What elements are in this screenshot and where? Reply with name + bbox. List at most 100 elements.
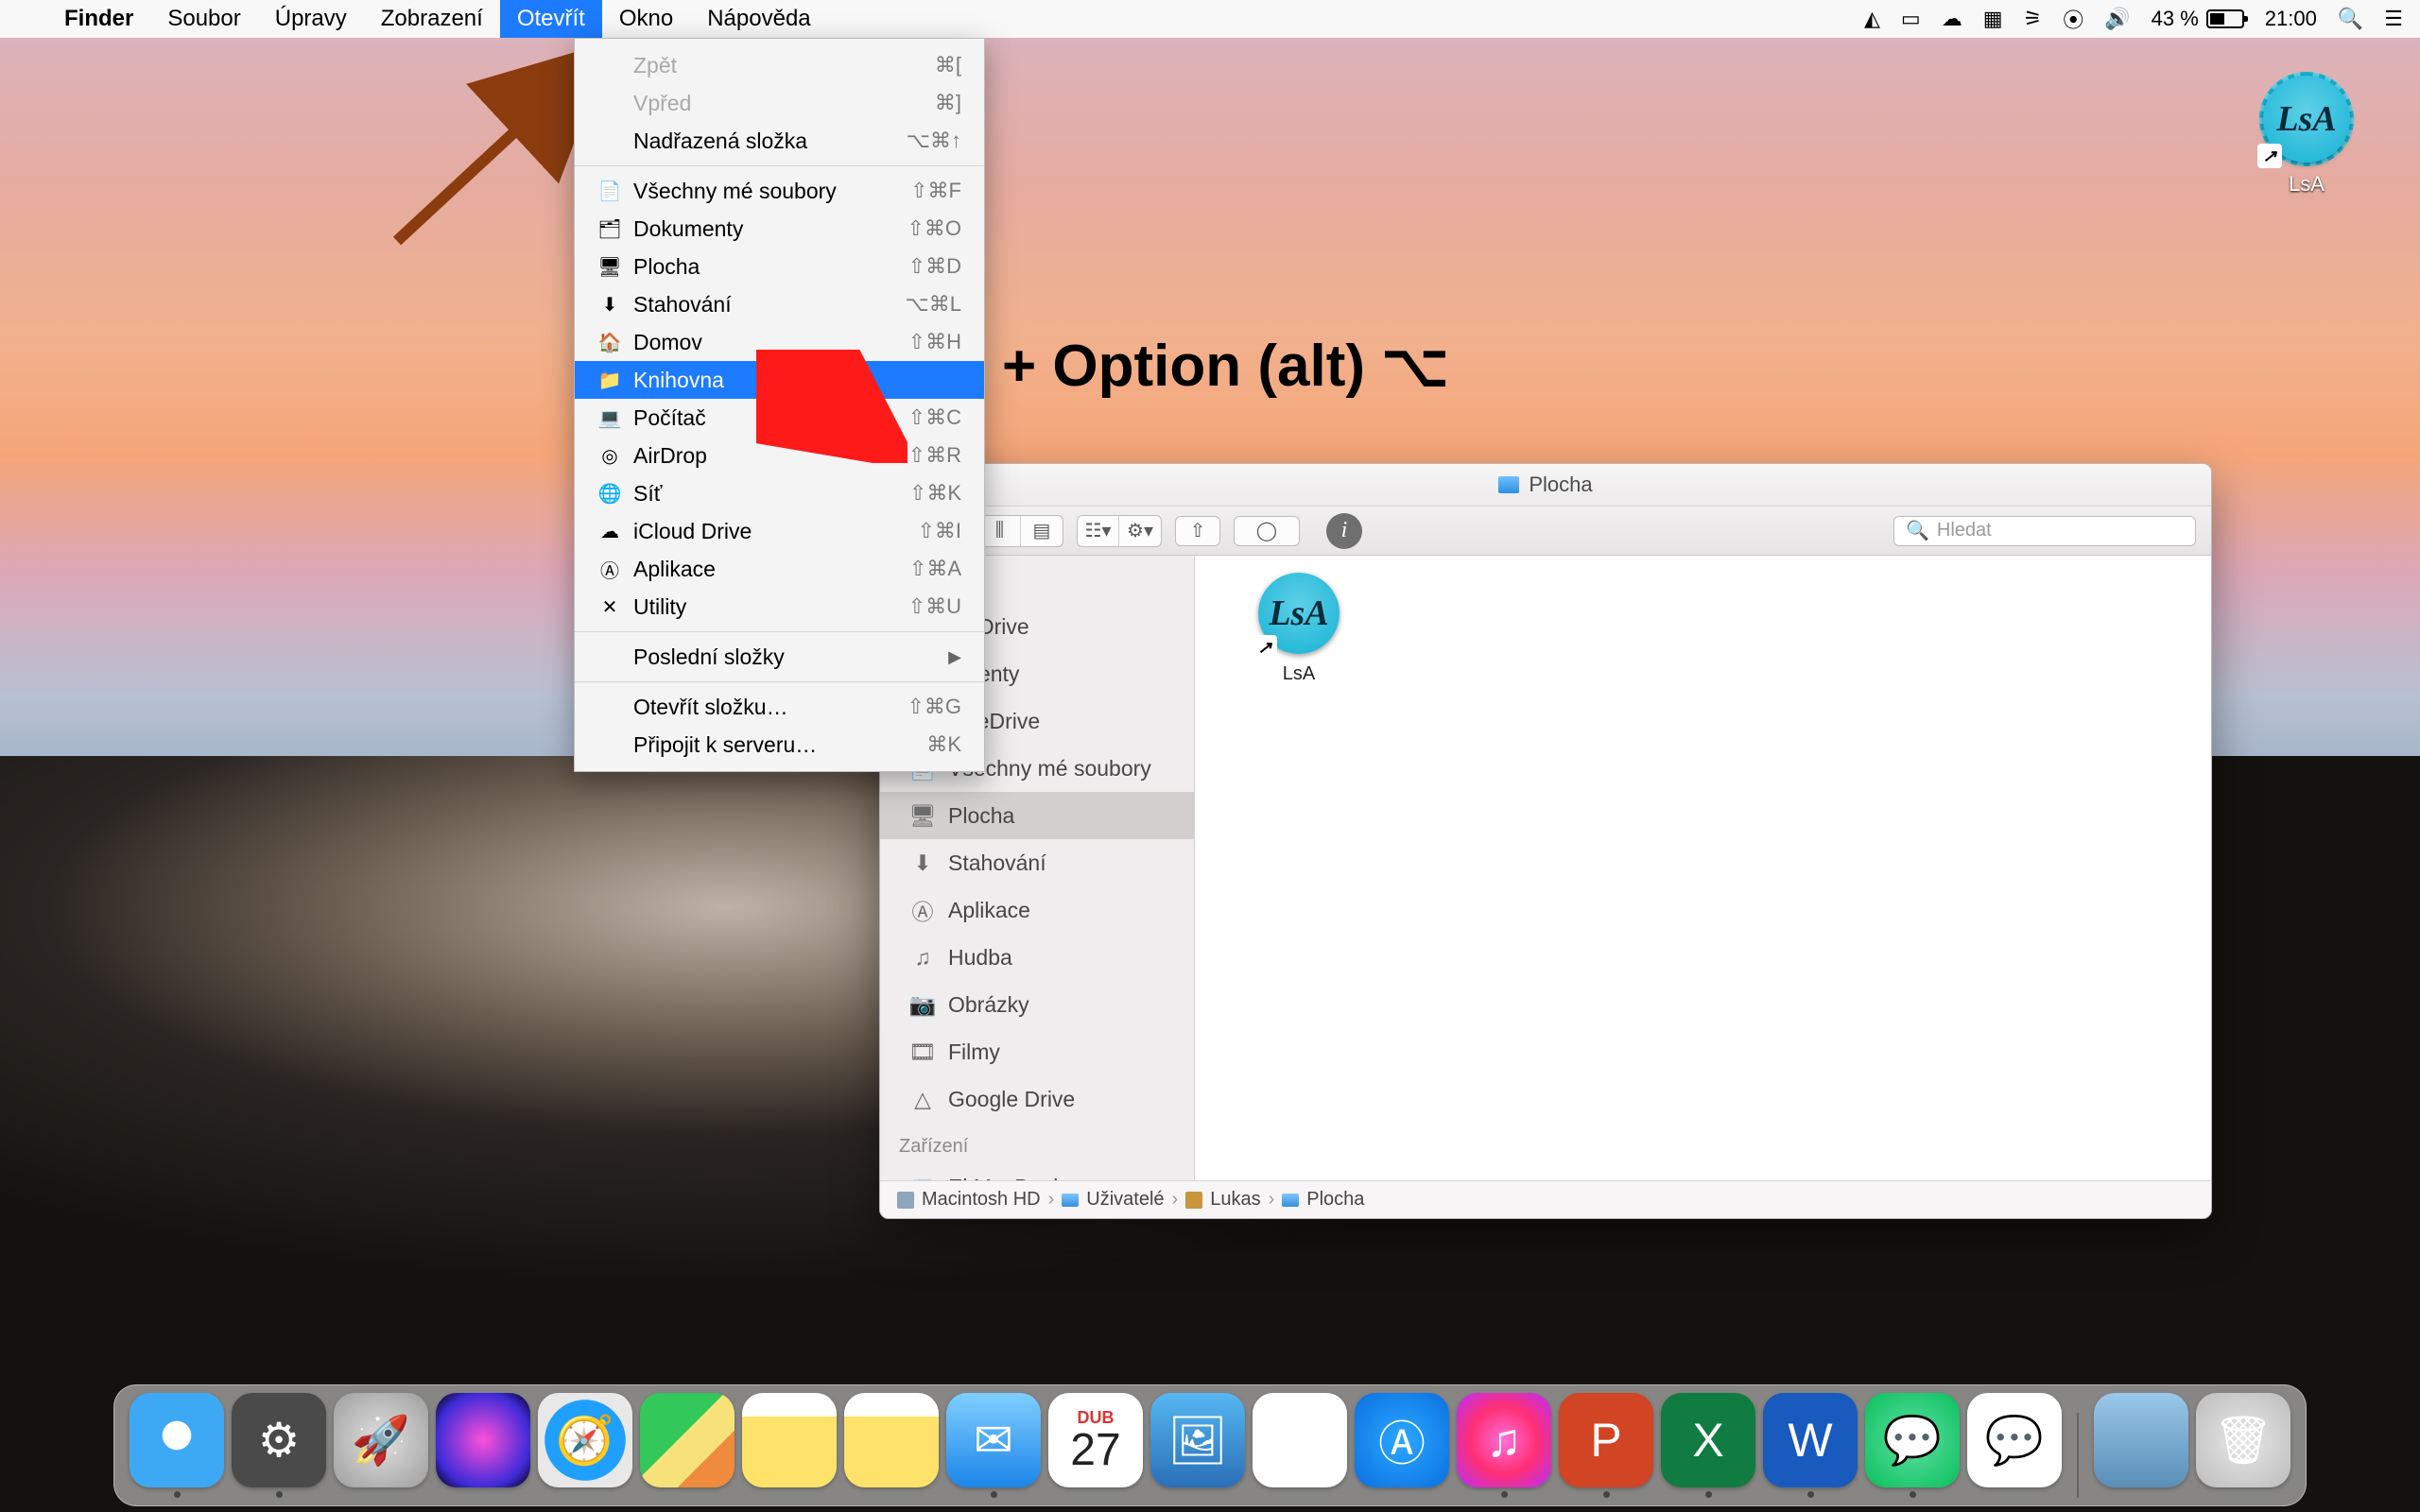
sidebar-item-icon: Ⓐ	[908, 894, 937, 926]
menubar-item-okno[interactable]: Okno	[602, 0, 690, 38]
dock-notes-icon[interactable]	[742, 1393, 837, 1487]
dock-messages-icon[interactable]: 💬	[1865, 1393, 1960, 1487]
menu-item-shortcut: ⇧⌘F	[910, 179, 961, 203]
sidebar-item-label: Google Drive	[948, 1087, 1075, 1112]
dock-calendar-icon[interactable]: DUB27	[1048, 1393, 1143, 1487]
sidebar-item-device[interactable]: 💻El MacBook	[880, 1163, 1194, 1180]
annotation-arrow-red	[756, 350, 908, 463]
sidebar-item-icon: △	[908, 1087, 937, 1112]
menubar-item-napoveda[interactable]: Nápověda	[690, 0, 827, 38]
dock-imessage-icon[interactable]: 💬	[1967, 1393, 2062, 1487]
desktop-alias-lsa[interactable]: LsA ↗︎ LsA	[2240, 76, 2373, 197]
sidebar-item-filmy[interactable]: 🎞Filmy	[880, 1028, 1194, 1075]
sidebar-item-obr-zky[interactable]: 📷Obrázky	[880, 981, 1194, 1028]
sidebar-item-label: Stahování	[948, 850, 1046, 876]
menubar-item-soubor[interactable]: Soubor	[150, 0, 257, 38]
folder-icon	[1062, 1194, 1079, 1207]
finder-pathbar[interactable]: Macintosh HD › Uživatelé › Lukas › Ploch…	[880, 1180, 2211, 1218]
window-titlebar[interactable]: Plocha	[880, 464, 2211, 507]
menu-item-stahov-n-[interactable]: ⬇︎Stahování⌥⌘L	[575, 285, 984, 323]
menu-item-utility[interactable]: ✕Utility⇧⌘U	[575, 588, 984, 626]
menu-item-icon: ☁︎	[597, 520, 622, 543]
sidebar-item-icon: 🎞	[908, 1040, 937, 1065]
dock-maps-icon[interactable]	[640, 1393, 735, 1487]
path-seg[interactable]: Plocha	[1306, 1189, 1364, 1211]
menu-item-p-ipojit-k-serveru-[interactable]: Připojit k serveru…⌘K	[575, 726, 984, 764]
dock-itunes-icon[interactable]: ♫	[1457, 1393, 1551, 1487]
notification-center-icon[interactable]: ☰	[2384, 7, 2403, 31]
share-button[interactable]: ⇧	[1175, 516, 1220, 546]
dock-notes2-icon[interactable]	[844, 1393, 939, 1487]
menu-item-otev-t-slo-ku-[interactable]: Otevřít složku…⇧⌘G	[575, 688, 984, 726]
sidebar-item-aplikace[interactable]: ⒶAplikace	[880, 886, 1194, 934]
finder-toolbar: ▦ ☰ ⫼ ▤ ☷▾ ⚙︎▾ ⇧ ◯ i 🔍 Hledat	[880, 507, 2211, 556]
sidebar-item-google-drive[interactable]: △ Google Drive	[880, 1075, 1194, 1123]
dock-excel-icon[interactable]: X	[1661, 1393, 1755, 1487]
bluetooth-tray-icon[interactable]: ⚞	[2023, 7, 2042, 31]
path-seg[interactable]: Uživatelé	[1086, 1189, 1164, 1211]
volume-tray-icon[interactable]: 🔊	[2104, 7, 2130, 31]
grid-tray-icon[interactable]: ▦	[1983, 7, 2003, 31]
menu-item-icloud-drive[interactable]: ☁︎iCloud Drive⇧⌘I	[575, 512, 984, 550]
sidebar-item-hudba[interactable]: ♫Hudba	[880, 934, 1194, 981]
dock-safari-icon[interactable]: 🧭	[538, 1393, 632, 1487]
sidebar-item-stahov-n-[interactable]: ⬇︎Stahování	[880, 839, 1194, 886]
menu-item-posledn-slo-ky[interactable]: Poslední složky▶	[575, 638, 984, 676]
clock-label[interactable]: 21:00	[2265, 7, 2317, 31]
menubar-app[interactable]: Finder	[47, 0, 150, 38]
file-item-lsa[interactable]: LsA ↗︎ LsA	[1242, 573, 1356, 685]
action-gear-icon[interactable]: ⚙︎▾	[1119, 516, 1161, 546]
arrange-segmented[interactable]: ☷▾ ⚙︎▾	[1077, 515, 1162, 547]
menu-item-plocha[interactable]: 🖥Plocha⇧⌘D	[575, 248, 984, 285]
menubar-item-upravy[interactable]: Úpravy	[258, 0, 364, 38]
menu-item-v-echny-m-soubory[interactable]: 📄Všechny mé soubory⇧⌘F	[575, 172, 984, 210]
menu-item-dokumenty[interactable]: 🗂Dokumenty⇧⌘O	[575, 210, 984, 248]
battery-icon	[2206, 9, 2244, 28]
menu-item-icon: 🖥	[597, 255, 622, 279]
menu-item-label: Síť	[633, 481, 909, 507]
dock-appstore-icon[interactable]: Ⓐ	[1355, 1393, 1449, 1487]
dock-siri-icon[interactable]	[436, 1393, 530, 1487]
dock-preview-icon[interactable]: 🖼	[1150, 1393, 1245, 1487]
menu-item-aplikace[interactable]: ⒶAplikace⇧⌘A	[575, 550, 984, 588]
sidebar-item-plocha[interactable]: 🖥Plocha	[880, 792, 1194, 839]
tags-button[interactable]: ◯	[1234, 516, 1300, 546]
spotlight-icon[interactable]: 🔍	[2338, 7, 2363, 31]
menu-item-nad-azen-slo-ka[interactable]: Nadřazená složka⌥⌘↑	[575, 122, 984, 160]
dock-photos-icon[interactable]: ✿	[1253, 1393, 1347, 1487]
battery-tray[interactable]: 43 %	[2152, 7, 2244, 31]
gdrive-tray-icon[interactable]: ◭	[1864, 7, 1880, 31]
menubar-item-otevrit[interactable]: Otevřít	[500, 0, 602, 38]
menu-item-label: Stahování	[633, 292, 905, 318]
menu-item-icon: 💻	[597, 406, 622, 430]
onedrive-tray-icon[interactable]: ☁︎	[1942, 7, 1962, 31]
menu-item-shortcut: ⌘K	[926, 732, 961, 757]
dock-word-icon[interactable]: W	[1763, 1393, 1858, 1487]
view-column-icon[interactable]: ⫼	[979, 516, 1021, 546]
dock-powerpoint-icon[interactable]: P	[1559, 1393, 1653, 1487]
menu-item-shortcut: ⌘[	[935, 53, 961, 77]
arrange-icon[interactable]: ☷▾	[1078, 516, 1119, 546]
path-seg[interactable]: Macintosh HD	[922, 1189, 1041, 1211]
dock-finder-icon[interactable]	[130, 1393, 224, 1487]
dock-photosapp-icon[interactable]	[2094, 1393, 2188, 1487]
dock: ⚙︎🚀🧭✉︎DUB27🖼✿Ⓐ♫PXW💬💬🗑	[0, 1384, 2420, 1512]
finder-content[interactable]: LsA ↗︎ LsA	[1195, 556, 2211, 1180]
dock-settings-icon[interactable]: ⚙︎	[232, 1393, 326, 1487]
alias-shortcut-badge-icon: ↗︎	[2257, 144, 2282, 168]
view-gallery-icon[interactable]: ▤	[1021, 516, 1063, 546]
menu-item-shortcut: ⇧⌘U	[908, 594, 961, 619]
menubar-item-zobrazeni[interactable]: Zobrazení	[364, 0, 500, 38]
menu-item-shortcut: ⇧⌘I	[917, 519, 961, 543]
dock-mail-icon[interactable]: ✉︎	[946, 1393, 1041, 1487]
menu-item-s-[interactable]: 🌐Síť⇧⌘K	[575, 474, 984, 512]
overlay-hint-text: + Option (alt) ⌥	[1002, 331, 1449, 400]
media-tray-icon[interactable]: ▭	[1901, 7, 1921, 31]
wifi-tray-icon[interactable]: ⦿	[2063, 4, 2083, 34]
dock-launchpad-icon[interactable]: 🚀	[334, 1393, 428, 1487]
info-button[interactable]: i	[1326, 513, 1362, 549]
path-seg[interactable]: Lukas	[1210, 1189, 1260, 1211]
search-input[interactable]: 🔍 Hledat	[1893, 516, 2196, 546]
dock-trash-icon[interactable]: 🗑	[2196, 1393, 2290, 1487]
menu-item-label: Nadřazená složka	[633, 129, 907, 154]
